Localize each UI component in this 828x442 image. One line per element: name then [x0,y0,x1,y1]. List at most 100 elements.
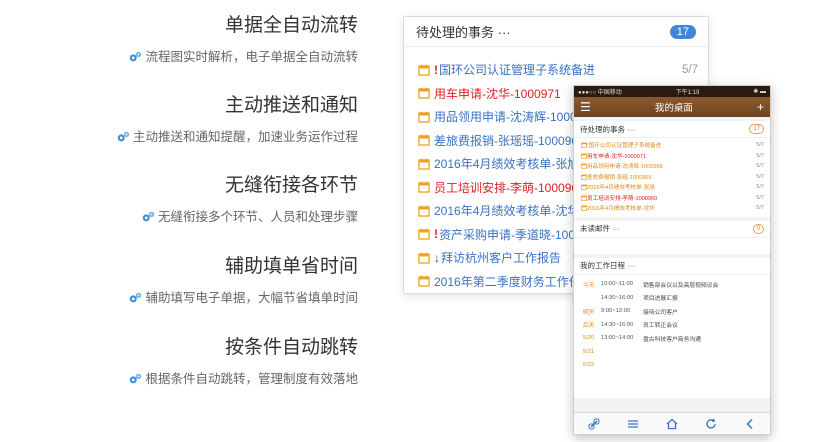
phone-task-title: 差旅费报销-张瑶-1000965 [587,174,652,181]
task-row[interactable]: ! 国环公司认证管理子系统备进 5/7 [404,58,708,82]
phone-tasks-card: 待处理的事务 ··· 17 !国环公司认证管理子系统备进 5/7 用车申请-沈华-1… [574,121,770,217]
schedule-time: 10:00~11:00 [601,281,633,288]
menu-icon[interactable] [627,418,639,430]
phone-task-row[interactable]: 2016年4月绩效考核单-沈华 5/7 [574,203,770,214]
schedule-day: 5/21 [583,348,595,355]
calendar-icon [418,158,430,170]
phone-task-row[interactable]: 用品领用申请-沈涛辉-1000968 5/7 [574,161,770,172]
gear-icon [142,211,155,222]
schedule-list: 今天 10:00~11:00 销售部会议以及高层视频议会 14:30~16:00 项目进… [574,275,770,373]
phone-mockup: ●●●○○ 中国移动 下午1:19 ✱ ▬ ☰ 我的桌面 + 待处理的事务 ··… [573,85,771,435]
schedule-row[interactable]: 后天 14:30~16:00 员工转正会议 [574,318,770,332]
feature-title: 单据全自动流转 [224,15,358,36]
schedule-day: 5/22 [583,362,595,369]
alert-icon: ! [434,227,438,242]
gear-icon [117,131,130,142]
phone-task-count: 5/7 [756,173,764,180]
schedule-row[interactable]: 今天 10:00~11:00 销售部会议以及高层视频议会 [574,278,770,292]
phone-task-count: 5/7 [756,184,764,191]
phone-mail-card: 未读邮件 ··· 0 [574,220,770,254]
calendar-icon [418,111,430,123]
add-icon[interactable]: + [757,101,764,113]
phone-task-count: 5/7 [756,142,764,149]
feature-item: 主动推送和通知 主动推送和通知提醒，加速业务运作过程 [116,94,358,146]
home-icon[interactable] [666,418,678,430]
feature-desc-row: 流程图实时解析，电子单据全自动流转 [128,48,358,66]
feature-desc: 辅助填写电子单据，大幅节省填单时间 [145,291,358,305]
gear-icon [130,292,142,303]
schedule-event: 员工转正会议 [643,323,678,330]
panel-title[interactable]: 待处理的事务 ··· [416,22,511,41]
gear-icon [130,373,142,384]
feature-item: 单据全自动流转 流程图实时解析，电子单据全自动流转 [128,14,358,66]
feature-title: 按条件自动跳转 [224,337,358,358]
mail-empty-area [574,238,770,254]
phone-title: 我的桌面 [654,103,693,114]
feature-title: 辅助填单省时间 [224,256,358,277]
calendar-icon [418,134,430,146]
feature-item: 辅助填单省时间 辅助填写电子单据，大幅节省填单时间 [128,255,358,307]
phone-tasks-title[interactable]: 待处理的事务 ··· [580,124,635,135]
battery-icon: ✱ ▬ [753,89,766,95]
back-icon[interactable] [744,418,756,430]
phone-task-title: 2016年4月绩效考核单-张旭 [587,185,655,192]
schedule-event: 销售部会议以及高层视频议会 [643,282,719,289]
phone-task-count: 5/7 [756,205,764,212]
schedule-event: 项目进展汇报 [643,296,678,303]
schedule-row[interactable]: 5/21 [574,345,770,359]
carrier: ●●●○○ 中国移动 [578,90,622,96]
feature-desc: 无缝衔接多个环节、人员和处理步骤 [157,210,358,224]
panel-header: 待处理的事务 ··· 17 [404,17,708,47]
schedule-row[interactable]: 5/22 [574,359,770,373]
schedule-event: 接待公司客户 [643,309,678,316]
link-icon[interactable] [588,418,600,430]
schedule-row[interactable]: 14:30~16:00 项目进展汇报 [574,291,770,305]
calendar-icon [418,205,430,217]
phone-task-list: !国环公司认证管理子系统备进 5/7 用车申请-沈华-1000971 5/7 用品领用申… [574,138,770,217]
phone-schedule-header: 我的工作日程 ··· [574,258,770,275]
feature-desc: 根据条件自动跳转，管理制度有效落地 [145,372,358,386]
task-count: 5/7 [682,63,698,76]
menu-icon[interactable]: ☰ [580,101,591,113]
phone-task-row[interactable]: 2016年4月绩效考核单-张旭 5/7 [574,182,770,193]
schedule-row[interactable]: 明天 9:00~12:00 接待公司客户 [574,305,770,319]
feature-item: 无缝衔接各环节 无缝衔接多个环节、人员和处理步骤 [141,174,358,226]
task-title: 国环公司认证管理子系统备进 [439,63,596,78]
feature-desc-row: 主动推送和通知提醒，加速业务运作过程 [116,128,358,146]
phone-task-title: 员工培训安排-李萌-1000960 [587,195,658,202]
phone-task-row[interactable]: 用车申请-沈华-1000971 5/7 [574,151,770,162]
schedule-day: 后天 [583,323,595,330]
schedule-row[interactable]: 5/20 13:00~14:00 盘古科技客户商务沟通 [574,332,770,346]
schedule-time: 13:00~14:00 [601,335,634,342]
phone-task-title: 用品领用申请-沈涛辉-1000968 [587,164,663,171]
feature-desc-row: 辅助填写电子单据，大幅节省填单时间 [128,289,358,307]
calendar-icon [418,87,430,99]
alert-icon: ! [434,62,438,77]
feature-title: 无缝衔接各环节 [224,175,358,196]
schedule-time: 14:30~16:00 [601,321,634,328]
calendar-icon [418,181,430,193]
phone-mail-title[interactable]: 未读邮件 ··· [580,223,620,234]
phone-task-count: 5/7 [756,152,764,159]
phone-mail-badge: 0 [752,223,764,234]
feature-item: 按条件自动跳转 根据条件自动跳转，管理制度有效落地 [128,336,358,388]
phone-task-row[interactable]: 差旅费报销-张瑶-1000965 5/7 [574,172,770,183]
phone-task-count: 5/7 [756,194,764,201]
schedule-day: 明天 [583,309,595,316]
calendar-icon [418,228,430,240]
calendar-icon [418,275,430,287]
status-bar: ●●●○○ 中国移动 下午1:19 ✱ ▬ [574,86,770,97]
refresh-icon[interactable] [705,418,717,430]
phone-task-title: 用车申请-沈华-1000971 [587,153,647,160]
feature-desc: 主动推送和通知提醒，加速业务运作过程 [132,130,358,144]
phone-schedule-title[interactable]: 我的工作日程 ··· [580,260,635,271]
feature-title: 主动推送和通知 [224,95,358,116]
calendar-icon [418,252,430,264]
phone-tab-bar [574,412,770,434]
arrow-down-icon: ↓ [434,250,440,265]
phone-task-title: !国环公司认证管理子系统备进 [587,143,662,150]
phone-task-row[interactable]: 员工培训安排-李萌-1000960 5/7 [574,193,770,204]
phone-task-row[interactable]: !国环公司认证管理子系统备进 5/7 [574,140,770,151]
phone-top-bar: ☰ 我的桌面 + [574,97,770,117]
feature-desc: 流程图实时解析，电子单据全自动流转 [145,50,358,64]
